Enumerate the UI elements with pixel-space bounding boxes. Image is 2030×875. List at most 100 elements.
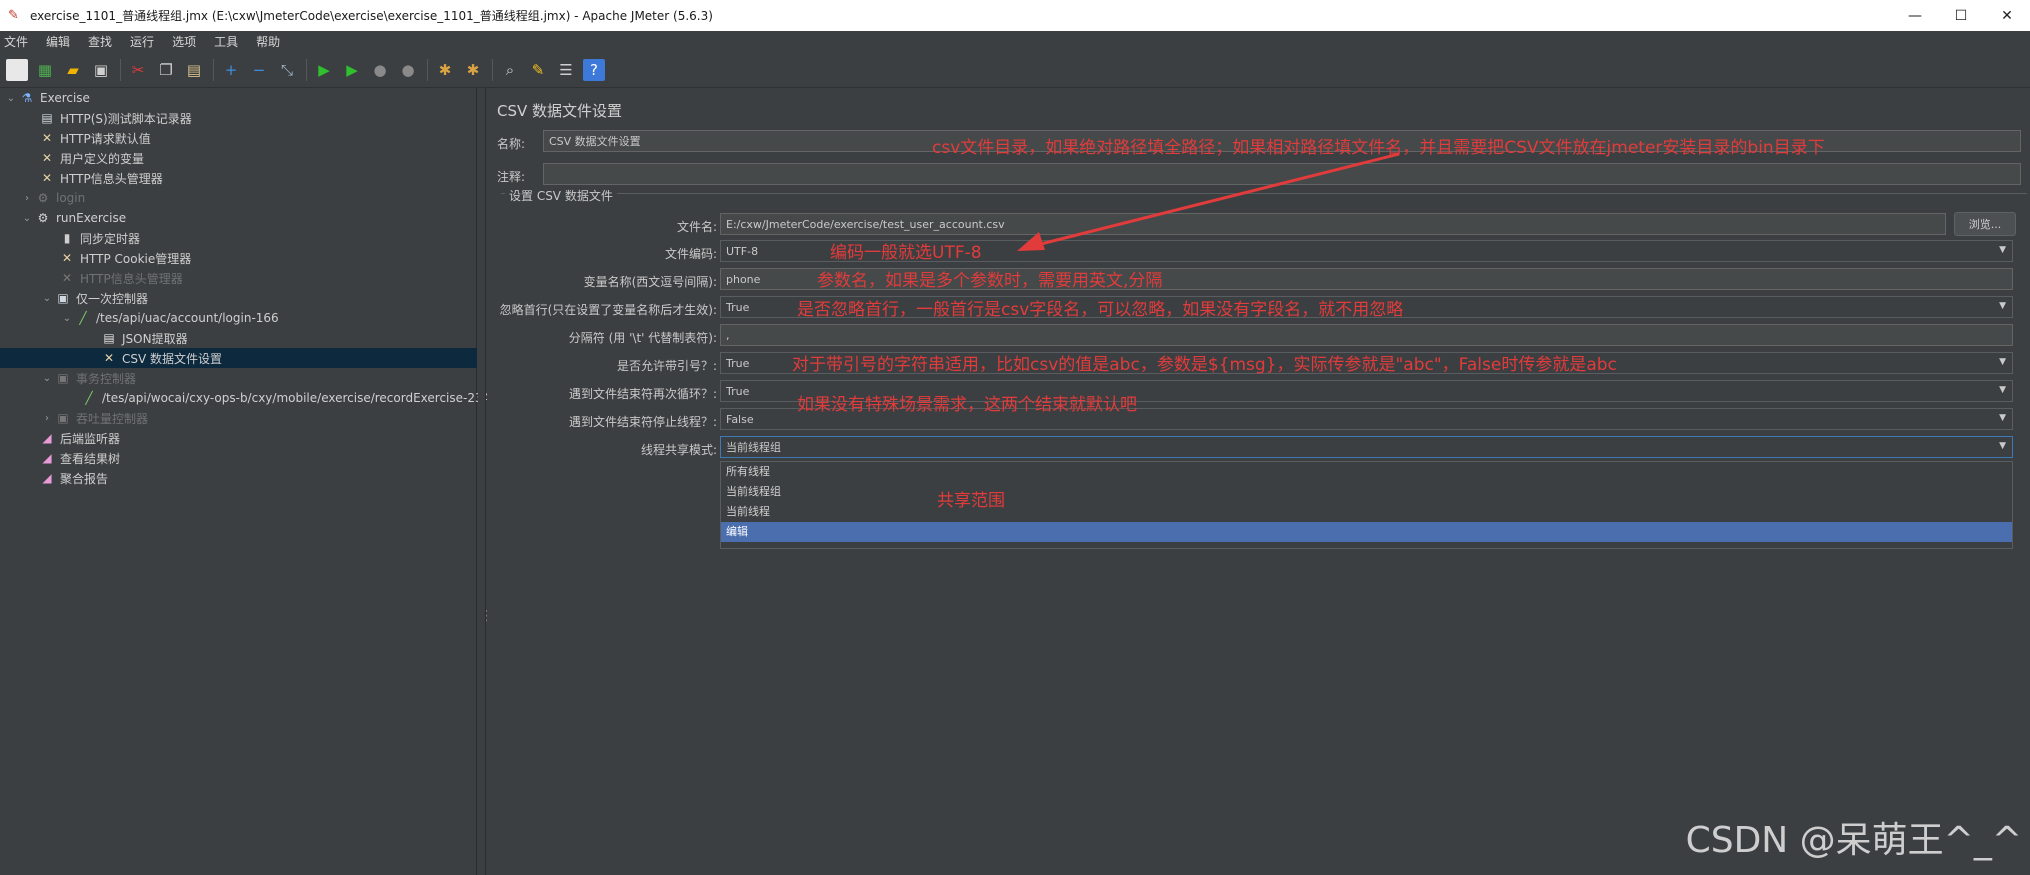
menu-search[interactable]: 查找 [88,33,120,50]
menu-file[interactable]: 文件 [4,33,36,50]
menu-edit[interactable]: 编辑 [46,33,78,50]
csv-config-panel: CSV 数据文件设置 名称: CSV 数据文件设置 注释: 设置 CSV 数据文… [487,88,2030,875]
chevron-down-icon[interactable]: ⌄ [4,93,18,104]
help-icon[interactable]: ? [583,58,605,81]
option-all-threads[interactable]: 所有线程 [721,462,2012,482]
annotation-arrow [1017,152,1400,251]
tree-item-once-only-controller[interactable]: ⌄ ▣ 仅一次控制器 [40,288,148,308]
title-bar: ✎ exercise_1101_普通线程组.jmx (E:\cxw\Jmeter… [0,0,2030,31]
toolbar: ▦ ▰ ▣ ✂ ❐ ▤ + − ⤡ ▶ ▶ ● ● ✱ ✱ ⌕ ✎ ☰ ? [0,52,2030,88]
tree-item-csv-data-set[interactable]: ✕ CSV 数据文件设置 [0,348,477,368]
tree-item-json-extractor[interactable]: ▤ JSON提取器 [86,328,187,348]
flask-icon: ⚗ [21,91,33,105]
window-title: exercise_1101_普通线程组.jmx (E:\cxw\JmeterCo… [30,9,713,23]
copy-icon[interactable]: ❐ [155,59,177,81]
new-icon[interactable] [6,58,28,81]
tree-item-http-defaults[interactable]: ✕ HTTP请求默认值 [24,128,151,148]
save-icon[interactable]: ▣ [90,59,112,81]
config-icon: ✕ [61,271,73,285]
delimiter-label: 分隔符 (用 '\t' 代替制表符): [568,331,717,345]
expand-icon[interactable]: + [220,59,242,81]
controller-icon: ▣ [57,371,69,385]
stop-icon[interactable]: ● [369,59,391,81]
pane-splitter[interactable]: ⋮ [478,88,494,875]
tree-item-recorder[interactable]: ▤ HTTP(S)测试脚本记录器 [24,108,191,128]
menu-run[interactable]: 运行 [130,33,162,50]
ignore-first-line-label: 忽略首行(只在设置了变量名称后才生效): [499,303,717,317]
maximize-button[interactable]: ☐ [1938,0,1984,31]
tree-item-header-manager-2[interactable]: ✕ HTTP信息头管理器 [44,268,183,288]
chevron-right-icon[interactable]: › [40,413,54,424]
tree-item-user-vars[interactable]: ✕ 用户定义的变量 [24,148,144,168]
sampler-icon: ╱ [79,311,87,325]
menu-help[interactable]: 帮助 [256,33,288,50]
group-title: 设置 CSV 数据文件 [505,187,617,204]
cut-icon[interactable]: ✂ [127,59,149,81]
chevron-down-icon: ▼ [1999,413,2006,423]
toggle-icon[interactable]: ⤡ [276,59,298,81]
controller-icon: ▣ [57,411,69,425]
chevron-down-icon[interactable]: ⌄ [60,313,74,324]
name-label: 名称: [497,137,526,151]
tree-item-exercise[interactable]: ⌄ ⚗ Exercise [4,88,90,108]
sharing-mode-select[interactable]: 当前线程组 ▼ [720,436,2013,458]
clear-all-icon[interactable]: ✱ [462,59,484,81]
tree-item-transaction-controller[interactable]: ⌄ ▣ 事务控制器 [40,368,136,388]
tree-item-cookie-manager[interactable]: ✕ HTTP Cookie管理器 [44,248,191,268]
start-icon[interactable]: ▶ [313,59,335,81]
annotation-quoted: 对于带引号的字符串适用，比如csv的值是abc，参数是${msg}，实际传参就是… [792,355,1617,375]
tree-item-login[interactable]: › ⚙ login [20,188,85,208]
option-current-thread-group[interactable]: 当前线程组 [721,482,2012,502]
sampler-icon: ╱ [85,391,93,405]
listener-icon: ◢ [42,451,52,465]
collapse-icon[interactable]: − [248,59,270,81]
delimiter-field[interactable]: , [720,324,2013,346]
toolbar-separator [427,58,428,81]
open-icon[interactable]: ▰ [62,59,84,81]
extractor-icon: ▤ [103,331,115,345]
menu-options[interactable]: 选项 [172,33,204,50]
gear-icon: ⚙ [37,211,49,225]
timer-icon: ▮ [63,231,71,245]
tree-item-aggregate-report[interactable]: ◢ 聚合报告 [24,468,108,488]
filename-label: 文件名: [676,220,717,234]
browse-button[interactable]: 浏览... [1954,212,2016,236]
chevron-right-icon[interactable]: › [20,193,34,204]
search-icon[interactable]: ⌕ [499,59,521,81]
option-current-thread[interactable]: 当前线程 [721,502,2012,522]
templates-icon[interactable]: ▦ [34,59,56,81]
chevron-down-icon: ▼ [1999,301,2006,311]
tree-item-record-exercise-sampler[interactable]: ╱ /tes/api/wocai/cxy-ops-b/cxy/mobile/ex… [66,388,490,408]
option-edit[interactable]: 编辑 [721,522,2012,542]
allow-quoted-label: 是否允许带引号？: [616,359,717,373]
shutdown-icon[interactable]: ● [397,59,419,81]
chevron-down-icon[interactable]: ⌄ [40,293,54,304]
minimize-button[interactable]: — [1892,0,1938,31]
paste-icon[interactable]: ▤ [183,59,205,81]
chevron-down-icon[interactable]: ⌄ [20,213,34,224]
chevron-down-icon: ▼ [1999,357,2006,367]
recycle-eof-label: 遇到文件结束符再次循环？: [568,387,717,401]
tree-item-header-manager[interactable]: ✕ HTTP信息头管理器 [24,168,163,188]
close-button[interactable]: ✕ [1984,0,2030,31]
gear-icon: ⚙ [37,191,49,205]
menu-tools[interactable]: 工具 [214,33,246,50]
tree-item-run-exercise[interactable]: ⌄ ⚙ runExercise [20,208,126,228]
sharing-mode-dropdown: 所有线程 当前线程组 当前线程 编辑 [720,461,2013,549]
recorder-icon: ▤ [41,111,53,125]
comment-label: 注释: [497,170,526,184]
chevron-down-icon[interactable]: ⌄ [40,373,54,384]
reset-search-icon[interactable]: ✎ [527,59,549,81]
annotation-sharing-scope: 共享范围 [937,491,1005,511]
start-no-pause-icon[interactable]: ▶ [341,59,363,81]
tree-item-login-sampler[interactable]: ⌄ ╱ /tes/api/uac/account/login-166 [60,308,279,328]
tree-item-sync-timer[interactable]: ▮ 同步定时器 [44,228,140,248]
toolbar-separator [213,58,214,81]
clear-icon[interactable]: ✱ [434,59,456,81]
config-icon: ✕ [61,251,73,265]
function-helper-icon[interactable]: ☰ [555,59,577,81]
tree-item-results-tree[interactable]: ◢ 查看结果树 [24,448,120,468]
tree-item-throughput-controller[interactable]: › ▣ 吞吐量控制器 [40,408,148,428]
listener-icon: ◢ [42,471,52,485]
tree-item-backend-listener[interactable]: ◢ 后端监听器 [24,428,120,448]
